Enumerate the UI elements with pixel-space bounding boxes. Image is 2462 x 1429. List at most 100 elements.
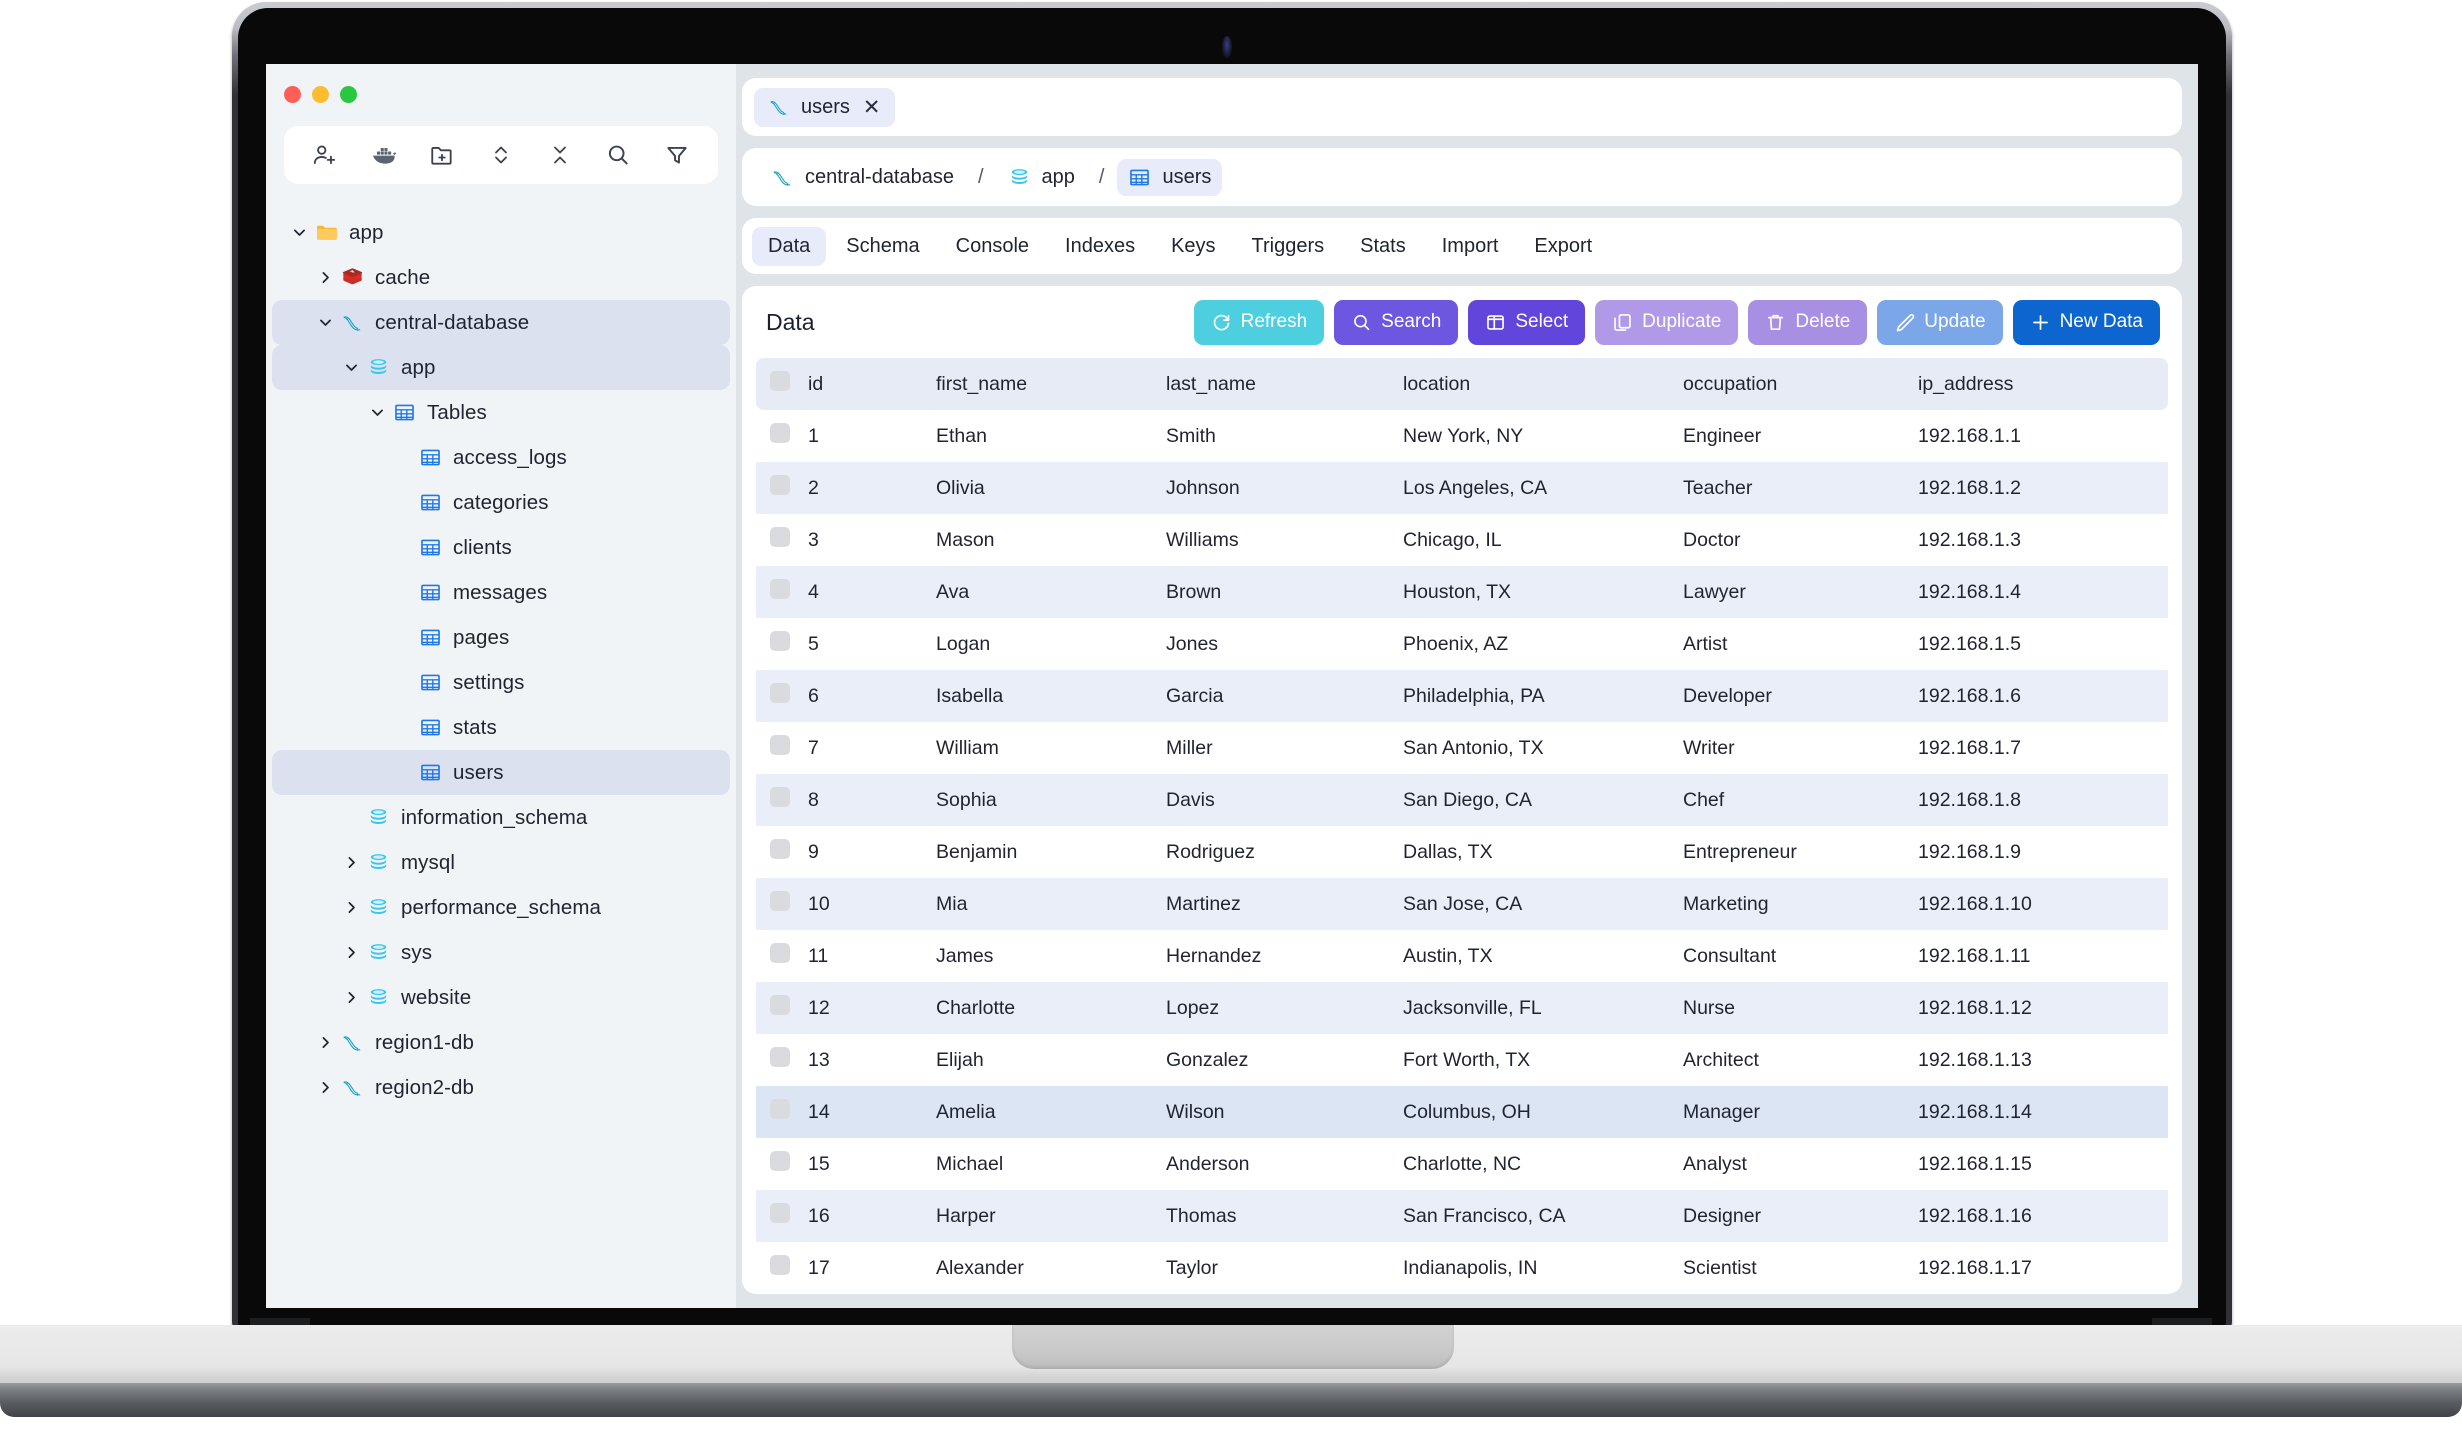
cell-ip_address[interactable]: 192.168.1.5 — [1918, 618, 2168, 670]
table-row[interactable]: 13 Elijah Gonzalez Fort Worth, TX Architect 1… — [756, 1034, 2168, 1086]
cell-location[interactable]: Fort Worth, TX — [1403, 1034, 1683, 1086]
tree-item-settings[interactable]: settings — [272, 660, 730, 705]
table-row[interactable]: 9 Benjamin Rodriguez Dallas, TX Entrepreneur… — [756, 826, 2168, 878]
tree-item-cache[interactable]: cache — [272, 255, 730, 300]
cell-last_name[interactable]: Jones — [1166, 618, 1403, 670]
tab-export[interactable]: Export — [1518, 227, 1608, 266]
cell-id[interactable]: 10 — [808, 878, 936, 930]
chevron-down-icon[interactable] — [364, 400, 390, 426]
cell-location[interactable]: San Diego, CA — [1403, 774, 1683, 826]
new-folder-icon[interactable] — [422, 135, 462, 175]
cell-last_name[interactable]: Rodriguez — [1166, 826, 1403, 878]
cell-last_name[interactable]: Davis — [1166, 774, 1403, 826]
row-checkbox[interactable] — [770, 1099, 790, 1119]
cell-location[interactable]: San Antonio, TX — [1403, 722, 1683, 774]
cell-ip_address[interactable]: 192.168.1.10 — [1918, 878, 2168, 930]
cell-id[interactable]: 7 — [808, 722, 936, 774]
cell-id[interactable]: 4 — [808, 566, 936, 618]
cell-location[interactable]: Chicago, IL — [1403, 514, 1683, 566]
cell-location[interactable]: New York, NY — [1403, 410, 1683, 462]
cell-ip_address[interactable]: 192.168.1.11 — [1918, 930, 2168, 982]
cell-occupation[interactable]: Architect — [1683, 1034, 1918, 1086]
cell-ip_address[interactable]: 192.168.1.7 — [1918, 722, 2168, 774]
cell-occupation[interactable]: Lawyer — [1683, 566, 1918, 618]
cell-occupation[interactable]: Entrepreneur — [1683, 826, 1918, 878]
tab-console[interactable]: Console — [940, 227, 1045, 266]
tab-indexes[interactable]: Indexes — [1049, 227, 1151, 266]
cell-occupation[interactable]: Teacher — [1683, 462, 1918, 514]
chevron-right-icon[interactable] — [338, 850, 364, 876]
cell-ip_address[interactable]: 192.168.1.4 — [1918, 566, 2168, 618]
cell-id[interactable]: 8 — [808, 774, 936, 826]
select-all-checkbox[interactable] — [770, 371, 790, 391]
sort-icon[interactable] — [481, 135, 521, 175]
cell-id[interactable]: 5 — [808, 618, 936, 670]
cell-occupation[interactable]: Engineer — [1683, 410, 1918, 462]
chevron-down-icon[interactable] — [338, 355, 364, 381]
column-header-ip_address[interactable]: ip_address — [1918, 358, 2168, 410]
row-checkbox[interactable] — [770, 631, 790, 651]
cell-ip_address[interactable]: 192.168.1.6 — [1918, 670, 2168, 722]
table-row[interactable]: 6 Isabella Garcia Philadelphia, PA Developer… — [756, 670, 2168, 722]
tree-item-central-database[interactable]: central-database — [272, 300, 730, 345]
table-row[interactable]: 14 Amelia Wilson Columbus, OH Manager 192.168… — [756, 1086, 2168, 1138]
cell-ip_address[interactable]: 192.168.1.14 — [1918, 1086, 2168, 1138]
cell-id[interactable]: 3 — [808, 514, 936, 566]
table-scroll-area[interactable]: id first_name last_name location occupation i… — [742, 358, 2182, 1294]
add-user-icon[interactable] — [305, 135, 345, 175]
chevron-right-icon[interactable] — [312, 1075, 338, 1101]
chevron-right-icon[interactable] — [338, 940, 364, 966]
row-checkbox[interactable] — [770, 475, 790, 495]
chevron-right-icon[interactable] — [338, 895, 364, 921]
table-row[interactable]: 8 Sophia Davis San Diego, CA Chef 192.168.1.8 — [756, 774, 2168, 826]
tab-data[interactable]: Data — [752, 226, 827, 266]
tree-item-users[interactable]: users — [272, 750, 730, 795]
cell-ip_address[interactable]: 192.168.1.16 — [1918, 1190, 2168, 1242]
cell-last_name[interactable]: Martinez — [1166, 878, 1403, 930]
column-header-location[interactable]: location — [1403, 358, 1683, 410]
row-checkbox[interactable] — [770, 891, 790, 911]
cell-id[interactable]: 11 — [808, 930, 936, 982]
cell-occupation[interactable]: Manager — [1683, 1086, 1918, 1138]
cell-first_name[interactable]: Ethan — [936, 410, 1166, 462]
cell-id[interactable]: 17 — [808, 1242, 936, 1294]
tab-triggers[interactable]: Triggers — [1236, 227, 1341, 266]
cell-ip_address[interactable]: 192.168.1.17 — [1918, 1242, 2168, 1294]
cell-occupation[interactable]: Marketing — [1683, 878, 1918, 930]
cell-first_name[interactable]: Elijah — [936, 1034, 1166, 1086]
cell-occupation[interactable]: Doctor — [1683, 514, 1918, 566]
table-row[interactable]: 17 Alexander Taylor Indianapolis, IN Scienti… — [756, 1242, 2168, 1294]
cell-id[interactable]: 2 — [808, 462, 936, 514]
table-row[interactable]: 5 Logan Jones Phoenix, AZ Artist 192.168.1.5 — [756, 618, 2168, 670]
cell-last_name[interactable]: Gonzalez — [1166, 1034, 1403, 1086]
tree-item-Tables[interactable]: Tables — [272, 390, 730, 435]
cell-location[interactable]: Jacksonville, FL — [1403, 982, 1683, 1034]
tree-item-access-logs[interactable]: access_logs — [272, 435, 730, 480]
cell-last_name[interactable]: Hernandez — [1166, 930, 1403, 982]
update-button[interactable]: Update — [1877, 299, 2003, 345]
row-checkbox[interactable] — [770, 735, 790, 755]
column-header-id[interactable]: id — [808, 358, 936, 410]
cell-last_name[interactable]: Garcia — [1166, 670, 1403, 722]
cell-first_name[interactable]: Benjamin — [936, 826, 1166, 878]
cell-first_name[interactable]: James — [936, 930, 1166, 982]
table-row[interactable]: 4 Ava Brown Houston, TX Lawyer 192.168.1.4 — [756, 566, 2168, 618]
cell-ip_address[interactable]: 192.168.1.3 — [1918, 514, 2168, 566]
tree-item-performance-schema[interactable]: performance_schema — [272, 885, 730, 930]
refresh-button[interactable]: Refresh — [1193, 299, 1325, 345]
tree-item-sys[interactable]: sys — [272, 930, 730, 975]
cell-last_name[interactable]: Thomas — [1166, 1190, 1403, 1242]
cell-last_name[interactable]: Williams — [1166, 514, 1403, 566]
cell-occupation[interactable]: Developer — [1683, 670, 1918, 722]
cell-location[interactable]: Houston, TX — [1403, 566, 1683, 618]
cell-last_name[interactable]: Wilson — [1166, 1086, 1403, 1138]
cell-ip_address[interactable]: 192.168.1.12 — [1918, 982, 2168, 1034]
delete-button[interactable]: Delete — [1748, 299, 1868, 345]
cell-occupation[interactable]: Consultant — [1683, 930, 1918, 982]
row-checkbox[interactable] — [770, 683, 790, 703]
table-row[interactable]: 16 Harper Thomas San Francisco, CA Designer 1… — [756, 1190, 2168, 1242]
select-button[interactable]: Select — [1468, 299, 1586, 345]
cell-id[interactable]: 9 — [808, 826, 936, 878]
minimize-window-button[interactable] — [312, 86, 329, 103]
tree-item-messages[interactable]: messages — [272, 570, 730, 615]
